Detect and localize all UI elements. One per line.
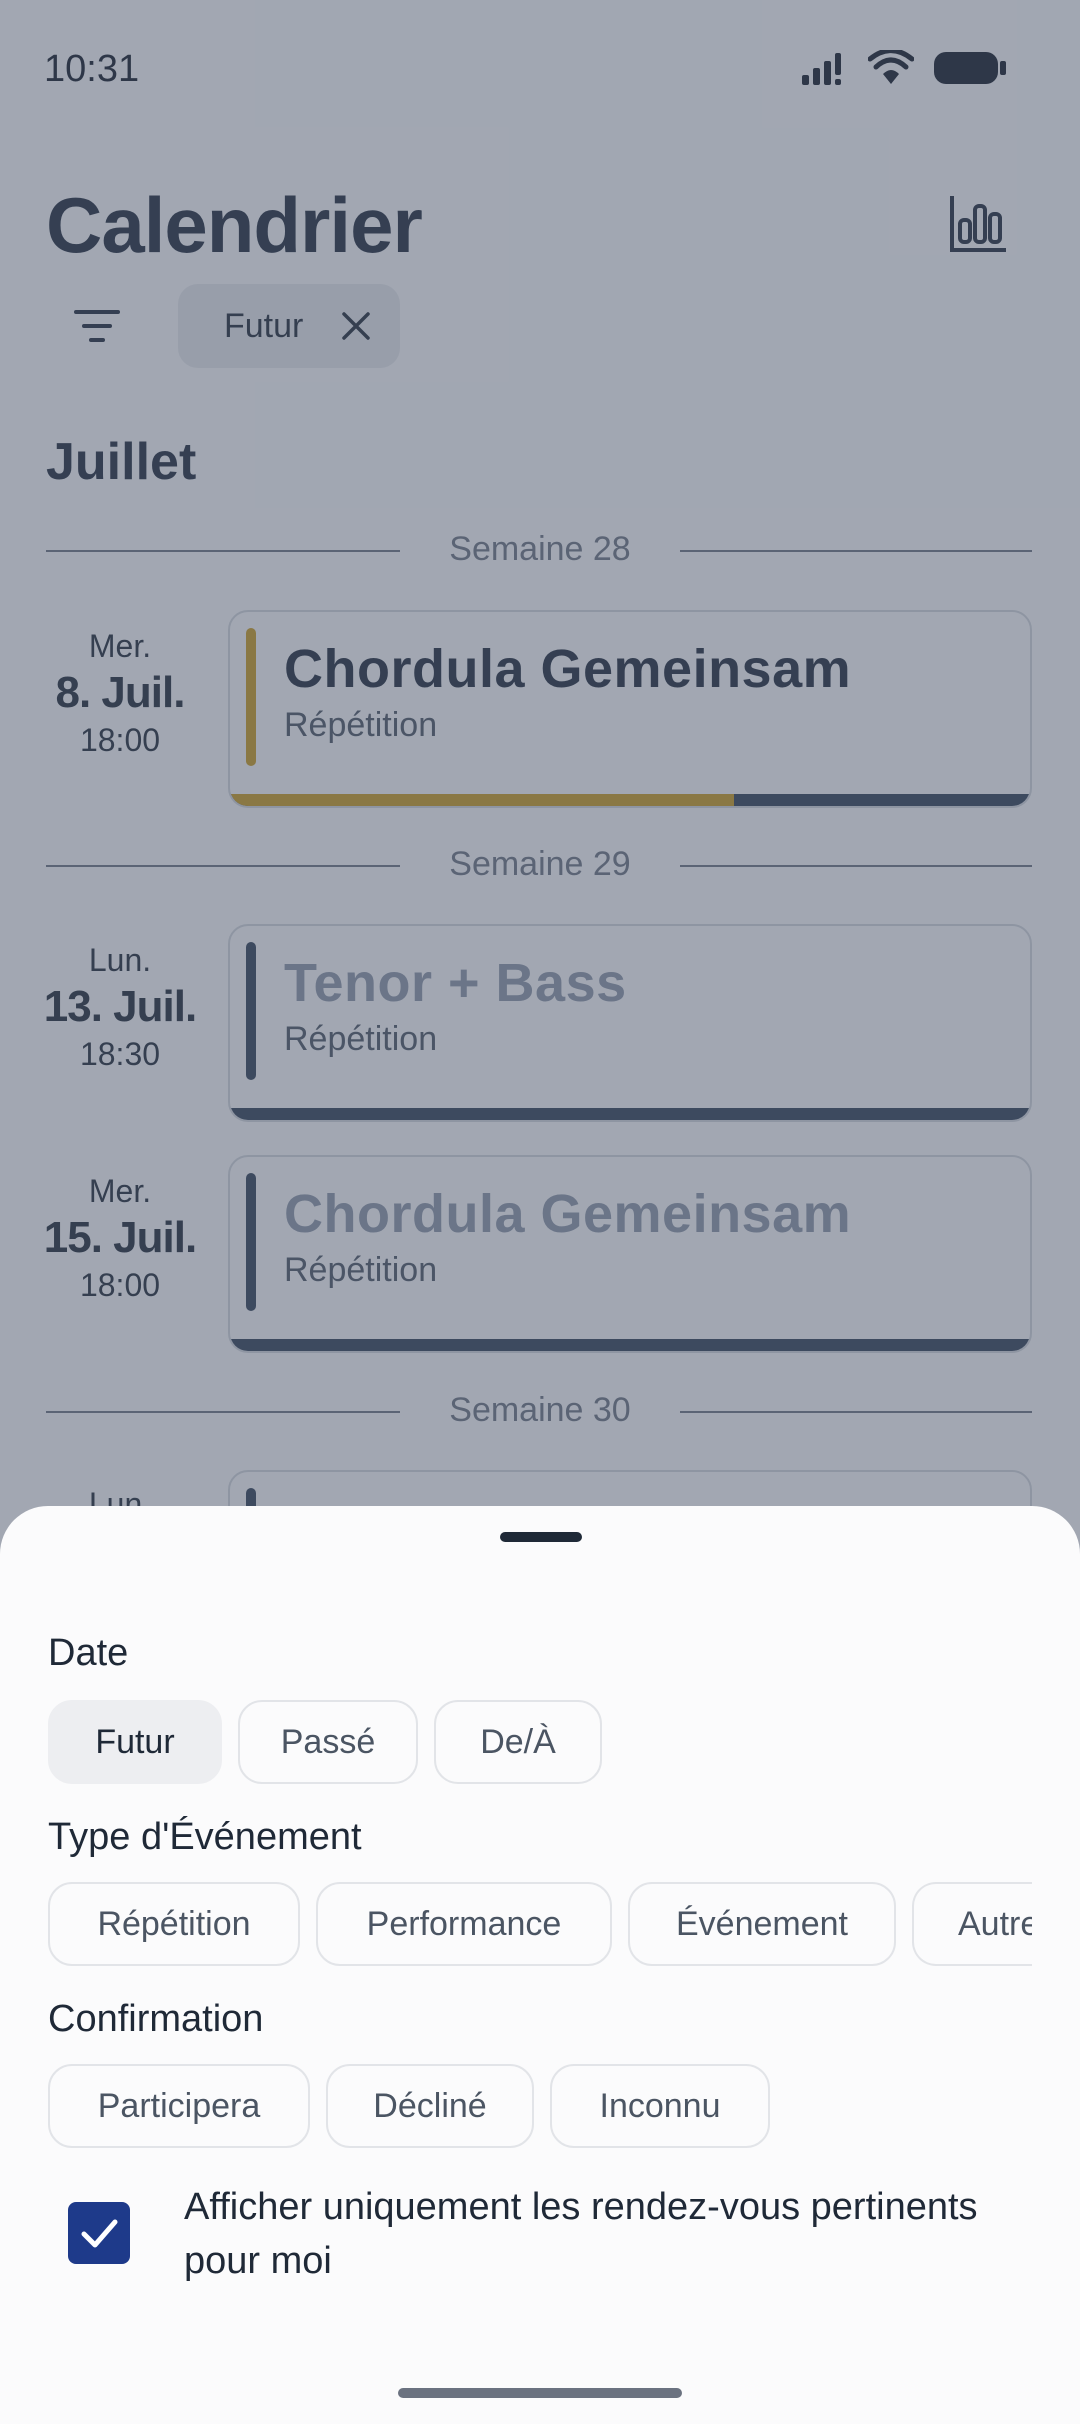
drag-handle[interactable] (500, 1532, 582, 1542)
event-type-section-label: Type d'Événement (48, 1816, 362, 1858)
home-indicator[interactable] (398, 2388, 682, 2398)
relevant-only-checkbox[interactable] (68, 2202, 130, 2264)
date-option-range[interactable]: De/À (434, 1700, 602, 1784)
type-option-autre[interactable]: Autre (912, 1882, 1032, 1966)
confirmation-option-participera[interactable]: Participera (48, 2064, 310, 2148)
confirmation-option-inconnu[interactable]: Inconnu (550, 2064, 770, 2148)
date-option-futur[interactable]: Futur (48, 1700, 222, 1784)
date-section-label: Date (48, 1632, 129, 1674)
type-option-performance[interactable]: Performance (316, 1882, 612, 1966)
confirmation-section-label: Confirmation (48, 1998, 264, 2040)
date-option-passe[interactable]: Passé (238, 1700, 418, 1784)
confirmation-option-decline[interactable]: Décliné (326, 2064, 534, 2148)
filter-bottom-sheet: Date Futur Passé De/À Type d'Événement R… (0, 1506, 1080, 2424)
relevant-only-label[interactable]: Afficher uniquement les rendez-vous pert… (184, 2180, 984, 2288)
checkmark-icon (81, 2219, 118, 2248)
type-option-evenement[interactable]: Événement (628, 1882, 896, 1966)
type-option-repetition[interactable]: Répétition (48, 1882, 300, 1966)
